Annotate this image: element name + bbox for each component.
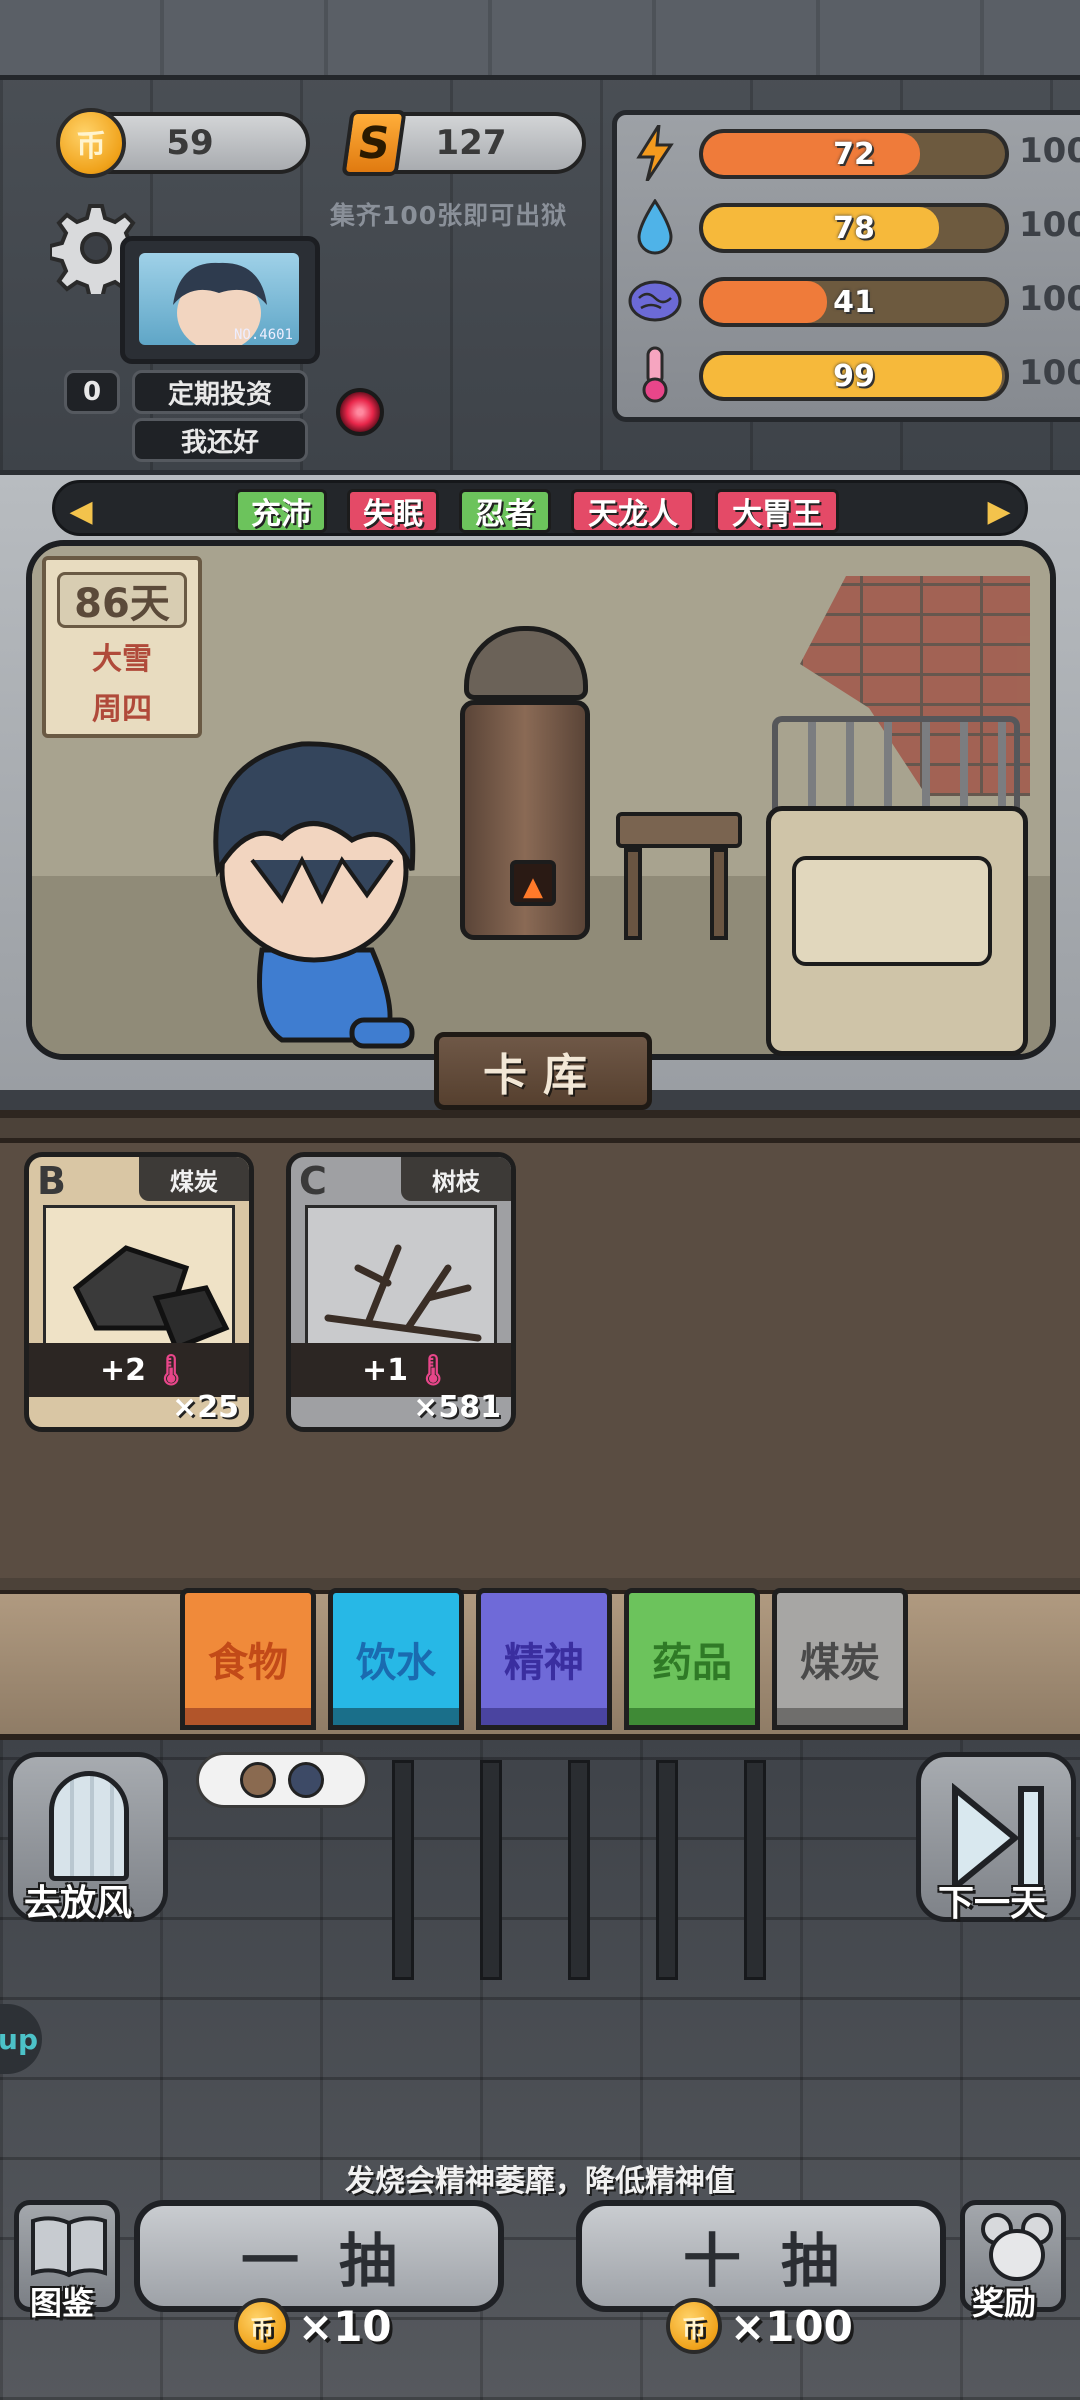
branch-icon xyxy=(305,1205,497,1355)
go-outside-label: 去放风 xyxy=(24,1883,133,1924)
energy-bar: 72 xyxy=(699,129,1009,179)
lightning-icon xyxy=(627,125,683,181)
tags-next-arrow-icon[interactable]: ▶ xyxy=(979,491,1019,531)
door-icon xyxy=(49,1771,129,1881)
card-grade: C xyxy=(299,1159,327,1203)
album-label: 图鉴 xyxy=(30,2284,95,2322)
tag-big-eater[interactable]: 大胃王 xyxy=(715,489,839,533)
next-day-label: 下一天 xyxy=(938,1883,1047,1924)
ceiling xyxy=(0,0,1080,80)
tag-ninja[interactable]: 忍者 xyxy=(459,489,551,533)
stats-panel: 72 100 78 100 41 100 99 100 xyxy=(612,110,1080,422)
special-currency-amount: 127 xyxy=(435,123,507,163)
weekday-label: 周四 xyxy=(92,692,152,727)
mood-status-button[interactable]: 我还好 xyxy=(132,418,308,462)
mind-bar: 41 xyxy=(699,277,1009,327)
guard-face-icon xyxy=(288,1762,324,1798)
stat-temperature: 99 100 xyxy=(627,343,1080,407)
mind-max: 100 xyxy=(1019,279,1080,319)
stat-energy: 72 100 xyxy=(627,121,1080,185)
coin-icon: 币 xyxy=(56,108,126,178)
tag-insomnia[interactable]: 失眠 xyxy=(347,489,439,533)
invest-count-badge: 0 xyxy=(64,370,120,414)
status-tag-strip: ◀ 充沛 失眠 忍者 天龙人 大胃王 ▶ xyxy=(52,480,1028,536)
energy-max: 100 xyxy=(1019,131,1080,171)
prisoner-character[interactable] xyxy=(192,720,452,1060)
prisoner-number: NO.4601 xyxy=(233,327,293,343)
card-coal[interactable]: B 煤炭 +2 🌡 ×25 xyxy=(24,1152,254,1432)
thermometer-icon: 🌡 xyxy=(151,1352,191,1388)
cell-bar xyxy=(744,1760,766,1980)
fixed-investment-button[interactable]: 定期投资 xyxy=(132,370,308,414)
weather-label: 大雪 xyxy=(92,642,152,677)
collect-hint: 集齐100张即可出狱 xyxy=(330,201,568,230)
water-bar: 78 xyxy=(699,203,1009,253)
draw-ten-cost: 币 ×100 xyxy=(666,2296,853,2356)
fire-icon: ▲ xyxy=(510,860,556,906)
tab-mind[interactable]: 精神 xyxy=(476,1588,612,1730)
tab-water[interactable]: 饮水 xyxy=(328,1588,464,1730)
coin-icon: 币 xyxy=(666,2298,722,2354)
card-library-button[interactable]: 卡库 xyxy=(434,1032,652,1110)
draw-once-cost: 币 ×10 xyxy=(234,2296,392,2356)
bed[interactable] xyxy=(766,716,1028,1056)
player-portrait-monitor[interactable]: NO.4601 xyxy=(120,236,320,364)
water-value: 78 xyxy=(833,210,875,246)
tab-coal[interactable]: 煤炭 xyxy=(772,1588,908,1730)
card-branch[interactable]: C 树枝 +1 🌡 ×581 xyxy=(286,1152,516,1432)
inmate-face-icon xyxy=(240,1762,276,1798)
card-name: 煤炭 xyxy=(139,1157,249,1201)
tab-food[interactable]: 食物 xyxy=(180,1588,316,1730)
temperature-bar: 99 xyxy=(699,351,1009,401)
cell-bar xyxy=(392,1760,414,1980)
cell-bar xyxy=(480,1760,502,1980)
water-drop-icon xyxy=(627,199,683,255)
coal-icon xyxy=(43,1205,235,1355)
temperature-value: 99 xyxy=(833,358,875,394)
energy-value: 72 xyxy=(833,136,875,172)
card-grade: B xyxy=(37,1159,66,1203)
coin-amount: 59 xyxy=(166,123,214,163)
book-icon xyxy=(31,2216,107,2278)
mouse-icon xyxy=(981,2213,1053,2281)
mind-value: 41 xyxy=(833,284,875,320)
tag-celestial-dragon[interactable]: 天龙人 xyxy=(571,489,695,533)
water-max: 100 xyxy=(1019,205,1080,245)
thermometer-icon: 🌡 xyxy=(413,1352,453,1388)
avatar: NO.4601 xyxy=(139,253,299,345)
stat-water: 78 100 xyxy=(627,195,1080,259)
thought-bubble xyxy=(196,1752,368,1808)
temperature-max: 100 xyxy=(1019,353,1080,393)
card-effect: +1 🌡 xyxy=(291,1343,511,1397)
stat-mind: 41 100 xyxy=(627,269,1080,333)
tag-energetic[interactable]: 充沛 xyxy=(235,489,327,533)
tip-text: 发烧会精神萎靡，降低精神值 xyxy=(345,2164,735,2199)
day-counter: 86天 xyxy=(57,572,187,628)
stool xyxy=(616,812,742,942)
card-name: 树枝 xyxy=(401,1157,511,1201)
tags-prev-arrow-icon[interactable]: ◀ xyxy=(61,491,101,531)
special-currency-icon: S xyxy=(341,110,407,176)
card-count: ×581 xyxy=(413,1390,501,1425)
camera-light-icon xyxy=(336,388,384,436)
brain-icon xyxy=(627,273,683,329)
card-effect: +2 🌡 xyxy=(29,1343,249,1397)
reward-label: 奖励 xyxy=(972,2284,1037,2322)
coin-icon: 币 xyxy=(234,2298,290,2354)
cell-bar xyxy=(656,1760,678,1980)
day-poster: 86天 大雪 周四 xyxy=(42,556,202,738)
card-count: ×25 xyxy=(172,1390,239,1425)
cell-bar xyxy=(568,1760,590,1980)
tab-medicine[interactable]: 药品 xyxy=(624,1588,760,1730)
thermometer-icon xyxy=(627,346,683,403)
